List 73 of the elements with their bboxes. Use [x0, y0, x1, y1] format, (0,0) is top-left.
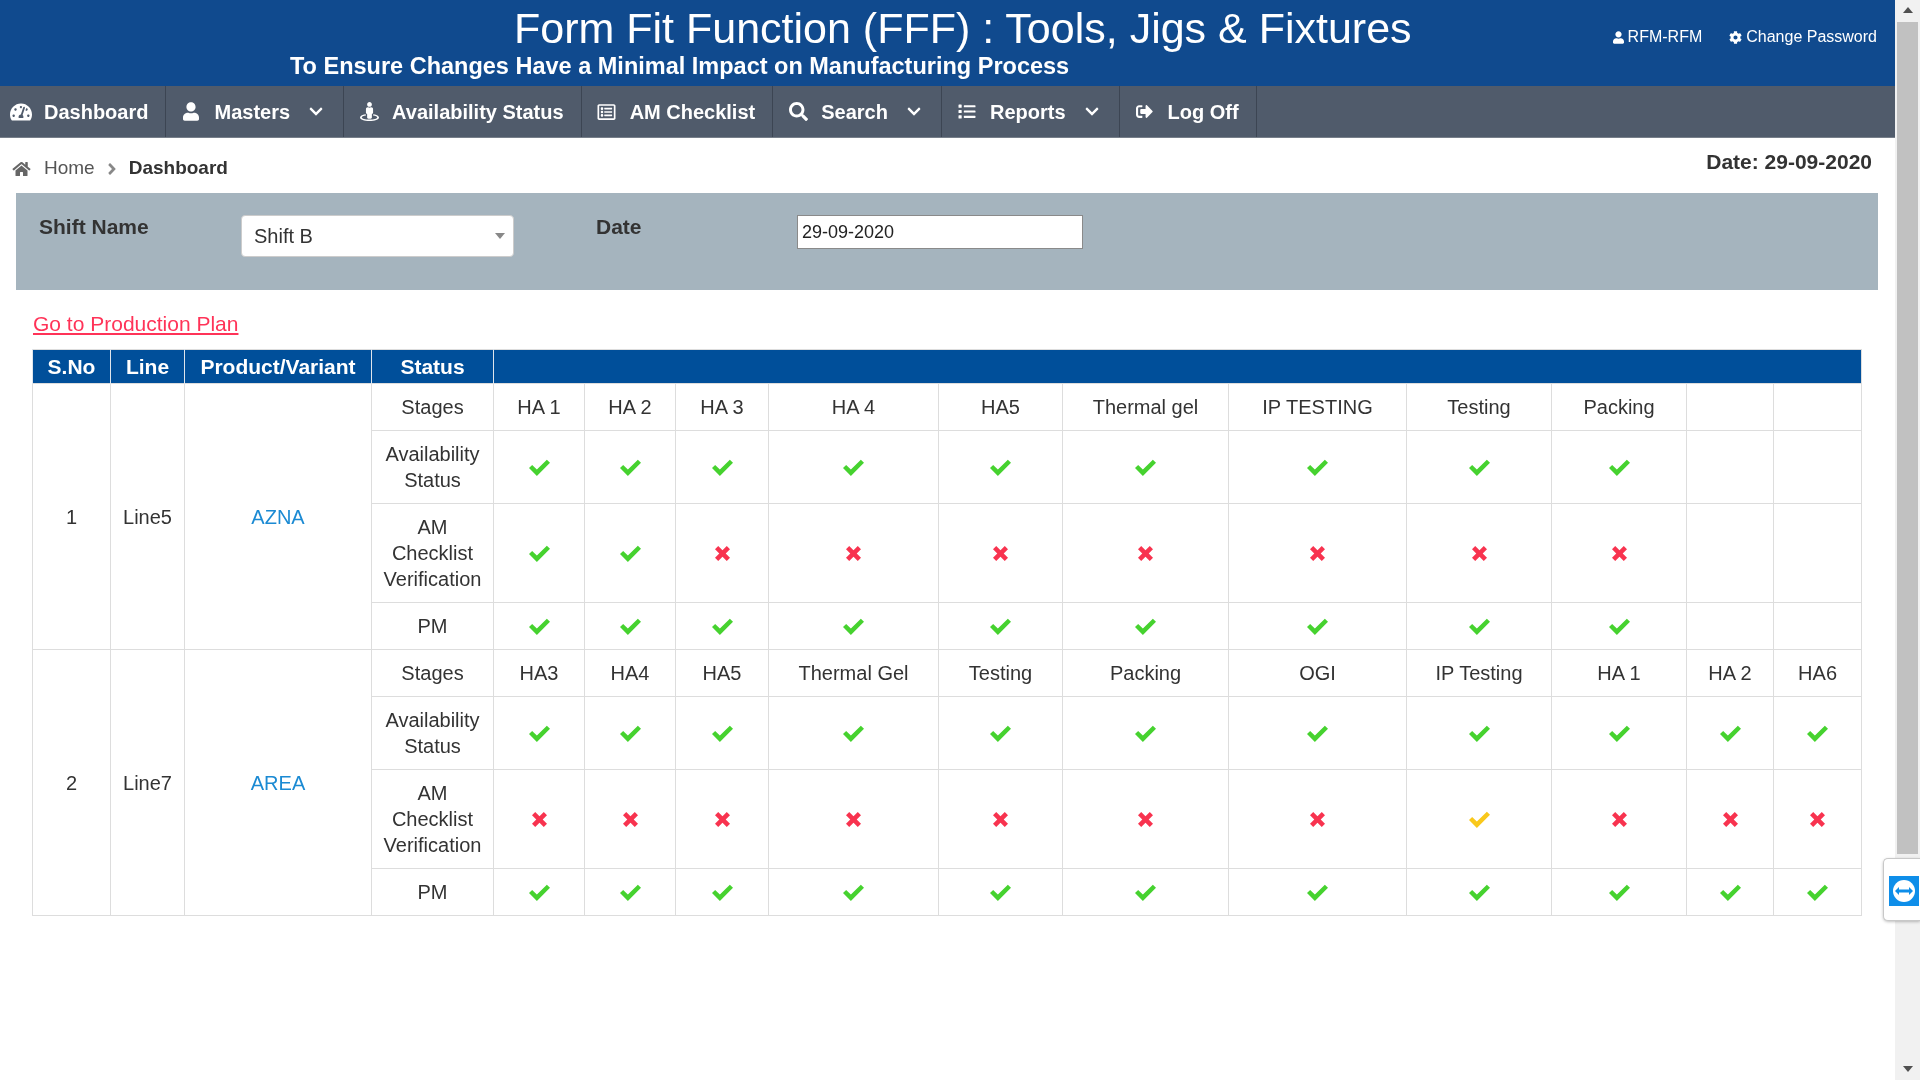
breadcrumb-link[interactable]: Home: [44, 154, 95, 183]
nav-menu-item[interactable]: AM Checklist: [581, 86, 774, 137]
user-icon: [183, 102, 200, 121]
stage-name-cell: Thermal Gel: [768, 649, 939, 697]
scrollbar-thumb[interactable]: [1897, 22, 1918, 854]
scroll-down-arrow-icon[interactable]: [1902, 1066, 1913, 1072]
stage-name-cell: Thermal gel: [1062, 383, 1229, 431]
row-label: PM: [371, 602, 494, 650]
caret-down-icon: [495, 233, 505, 239]
stage-name-cell: HA4: [584, 649, 676, 697]
stage-name-cell: Testing: [938, 649, 1063, 697]
stage-name-cell: Testing: [1406, 383, 1552, 431]
home-icon: [12, 160, 31, 177]
floating-tab[interactable]: [1883, 858, 1920, 921]
row-label: Availability Status: [371, 696, 494, 770]
table-cell: 2: [32, 649, 111, 916]
nav-menu-item[interactable]: Reports: [941, 86, 1120, 137]
field-label: Date: [596, 215, 643, 239]
nav-menu-item[interactable]: Dashboard: [0, 86, 167, 137]
stage-name-cell: IP TESTING: [1228, 383, 1407, 431]
user-link[interactable]: RFM-RFM: [1612, 27, 1703, 47]
stage-name-cell: HA5: [675, 649, 769, 697]
page-subtitle: To Ensure Changes Have a Minimal Impact on Manufacturing Process: [290, 53, 1070, 79]
stage-name-cell: Packing: [1551, 383, 1687, 431]
stage-name-cell: Packing: [1062, 649, 1229, 697]
stage-name-cell: HA 2: [584, 383, 676, 431]
breadcrumb-current: Dashboard: [128, 156, 228, 181]
stage-name-cell: HA 4: [768, 383, 939, 431]
stage-name-cell: HA6: [1773, 649, 1862, 697]
nav-menu-item[interactable]: Masters: [166, 86, 345, 137]
stage-name-cell: HA 1: [1551, 649, 1687, 697]
stage-name-cell: IP Testing: [1406, 649, 1552, 697]
variant-link[interactable]: AZNA: [251, 505, 305, 528]
date-field[interactable]: 29-09-2020: [797, 215, 1083, 249]
table-cell: 1: [32, 383, 111, 650]
nav-menu-item[interactable]: Log Off: [1119, 86, 1257, 137]
row-label: Stages: [371, 649, 494, 697]
list-icon: [956, 103, 977, 120]
column-header: Status: [371, 349, 494, 384]
row-label: Stages: [371, 383, 494, 431]
field-label: Shift Name: [39, 215, 150, 239]
gear-icon: [1729, 30, 1743, 44]
gauge-icon: [10, 101, 32, 122]
table-cell: Line5: [110, 383, 185, 650]
scroll-up-arrow-icon[interactable]: [1902, 7, 1913, 13]
column-header: S.No: [32, 349, 111, 384]
search-icon: [788, 102, 808, 121]
column-header: Line: [110, 349, 185, 384]
page-title: Form Fit Function (FFF) : Tools, Jigs & Fixtures: [514, 3, 1412, 53]
stage-name-cell: HA3: [493, 649, 585, 697]
person-marker-icon: [359, 101, 379, 122]
current-date: Date: 29-09-2020: [1706, 149, 1872, 176]
column-header: Product/Variant: [184, 349, 372, 384]
table-cell: Line7: [110, 649, 185, 916]
stage-name-cell: HA 3: [675, 383, 769, 431]
variant-link[interactable]: AREA: [250, 771, 306, 794]
nav-menu-item[interactable]: Search: [773, 86, 942, 137]
stage-name-cell: OGI: [1228, 649, 1407, 697]
sign-out-icon: [1135, 103, 1154, 120]
scrollbar-track[interactable]: [1895, 0, 1920, 1080]
change-password-link[interactable]: Change Password: [1729, 27, 1877, 47]
row-label: AM Checklist Verification: [371, 769, 494, 869]
row-label: Availability Status: [371, 430, 494, 504]
stage-name-cell: HA5: [938, 383, 1063, 431]
stage-name-cell: HA 2: [1686, 649, 1774, 697]
row-label: AM Checklist Verification: [371, 503, 494, 603]
list-card-icon: [596, 102, 618, 121]
row-label: PM: [371, 868, 494, 916]
stage-name-cell: HA 1: [493, 383, 585, 431]
user-icon: [1612, 30, 1624, 44]
nav-menu-item[interactable]: Availability Status: [344, 86, 582, 137]
production-plan-link[interactable]: Go to Production Plan: [33, 312, 239, 336]
shift-select[interactable]: Shift B: [241, 215, 514, 257]
